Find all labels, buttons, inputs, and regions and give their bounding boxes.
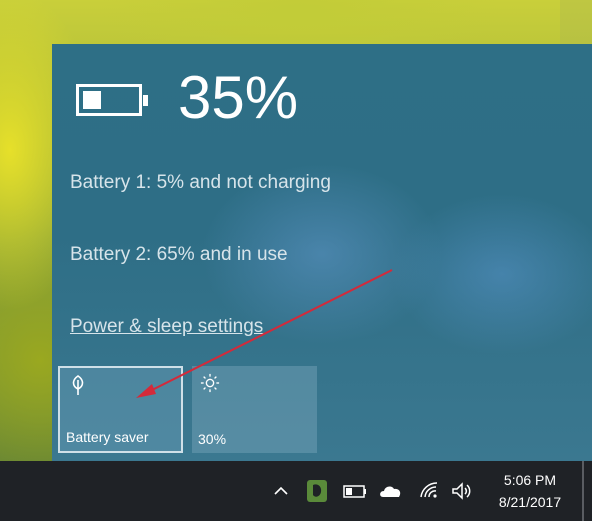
battery-icon[interactable] <box>342 479 368 503</box>
brightness-label: 30% <box>198 431 227 447</box>
brightness-tile[interactable]: 30% <box>192 366 317 453</box>
volume-icon[interactable] <box>450 479 474 503</box>
battery-saver-tile[interactable]: Battery saver <box>58 366 183 453</box>
onedrive-cloud-icon[interactable] <box>378 479 404 503</box>
battery2-status: Battery 2: 65% and in use <box>70 244 288 265</box>
taskbar-clock[interactable]: 5:06 PM 8/21/2017 <box>490 469 570 513</box>
battery-flyout: 35% Battery 1: 5% and not charging Batte… <box>52 44 592 461</box>
taskbar: 5:06 PM 8/21/2017 <box>0 461 592 521</box>
battery-fill <box>83 91 101 109</box>
evernote-icon[interactable] <box>306 479 328 503</box>
battery1-status: Battery 1: 5% and not charging <box>70 172 331 193</box>
clock-time: 5:06 PM <box>503 472 557 488</box>
chevron-up-icon[interactable] <box>272 479 290 503</box>
clock-date: 8/21/2017 <box>498 494 562 510</box>
battery-level-icon <box>76 84 148 116</box>
show-desktop-button[interactable] <box>582 461 584 521</box>
battery-saver-label: Battery saver <box>66 429 149 445</box>
battery-percent: 35% <box>178 64 299 131</box>
wifi-icon[interactable] <box>418 479 442 503</box>
brightness-icon <box>200 373 220 393</box>
power-sleep-settings-link[interactable]: Power & sleep settings <box>70 316 263 338</box>
leaf-icon <box>72 375 84 395</box>
battery-tip <box>143 95 148 106</box>
